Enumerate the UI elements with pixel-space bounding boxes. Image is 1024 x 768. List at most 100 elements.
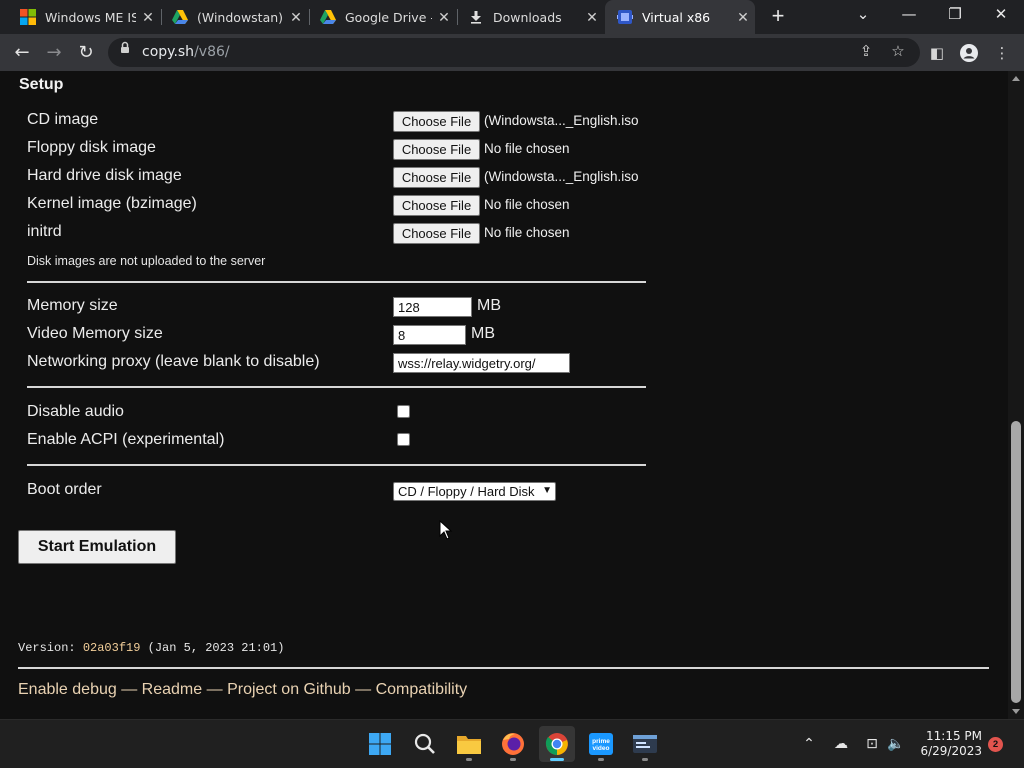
close-window-icon[interactable]: ✕ (978, 0, 1024, 30)
close-tab-icon[interactable]: ✕ (136, 9, 160, 26)
memory-size-input[interactable] (393, 297, 472, 317)
chevron-down-icon: ▼ (542, 485, 552, 496)
scroll-down-arrow-icon[interactable] (1012, 709, 1020, 714)
version-info: Version: 02a03f19 (Jan 5, 2023 21:01) (18, 641, 284, 655)
tab-title: Google Drive - V (345, 9, 432, 25)
running-indicator (642, 758, 648, 761)
google-drive-icon (172, 9, 188, 25)
cd-image-file-name: (Windowsta..._English.iso (484, 113, 639, 128)
section-divider (27, 281, 646, 283)
initrd-choose-file-button[interactable]: Choose File (393, 223, 480, 244)
forward-arrow-icon[interactable]: → (41, 40, 67, 66)
footer-divider (18, 667, 989, 669)
tab-downloads[interactable]: Downloads ✕ (456, 0, 604, 34)
tab-virtual-x86[interactable]: Virtual x86 ✕ (605, 0, 755, 34)
version-hash-link[interactable]: 02a03f19 (83, 641, 141, 655)
memory-size-unit: MB (477, 297, 501, 314)
cd-image-choose-file-button[interactable]: Choose File (393, 111, 480, 132)
v86-icon (617, 9, 633, 25)
tab-title: Windows ME IS( (45, 9, 136, 25)
scrollbar-thumb[interactable] (1011, 421, 1021, 703)
browser-tab-strip: Windows ME IS( ✕ (Windowstan) W ✕ Google… (0, 0, 1024, 34)
scroll-up-arrow-icon[interactable] (1012, 76, 1020, 81)
start-icon[interactable] (362, 726, 398, 762)
url-text: copy.sh/v86/ (142, 44, 230, 60)
hard-drive-image-label: Hard drive disk image (27, 167, 182, 184)
mouse-cursor-icon (439, 520, 453, 540)
disk-upload-note: Disk images are not uploaded to the serv… (27, 254, 266, 268)
compatibility-link[interactable]: Compatibility (376, 681, 468, 698)
lock-icon (120, 41, 129, 53)
floppy-image-choose-file-button[interactable]: Choose File (393, 139, 480, 160)
address-bar[interactable]: copy.sh/v86/ ⇪ ☆ (108, 38, 920, 67)
url-path: /v86/ (194, 44, 230, 60)
enable-acpi-label: Enable ACPI (experimental) (27, 431, 225, 448)
tab-windows-me-iso[interactable]: Windows ME IS( ✕ (8, 0, 160, 34)
prime-video-icon[interactable]: prime video (583, 726, 619, 762)
networking-proxy-input[interactable] (393, 353, 570, 373)
tab-google-drive[interactable]: Google Drive - V ✕ (308, 0, 456, 34)
version-prefix: Version: (18, 641, 83, 655)
floppy-image-file-name: No file chosen (484, 141, 570, 156)
back-arrow-icon[interactable]: ← (9, 40, 35, 66)
kernel-image-choose-file-button[interactable]: Choose File (393, 195, 480, 216)
disable-audio-checkbox[interactable] (397, 405, 410, 418)
search-icon[interactable] (407, 726, 443, 762)
running-indicator (598, 758, 604, 761)
kernel-image-label: Kernel image (bzimage) (27, 195, 197, 212)
section-divider (27, 386, 646, 388)
onedrive-cloud-icon[interactable]: ☁ (830, 733, 852, 755)
boot-order-label: Boot order (27, 481, 102, 498)
google-drive-icon (320, 9, 336, 25)
page-content: Setup CD image Choose File (Windowsta...… (0, 71, 1008, 719)
network-icon[interactable]: ⊡ (861, 733, 883, 755)
bookmark-star-icon[interactable]: ☆ (886, 38, 910, 64)
chrome-icon[interactable] (539, 726, 575, 762)
restore-icon[interactable]: ❐ (932, 0, 978, 30)
volume-icon[interactable]: 🔈 (885, 733, 907, 755)
video-memory-size-unit: MB (471, 325, 495, 342)
kernel-image-file-name: No file chosen (484, 197, 570, 212)
browser-toolbar: ← → ↻ copy.sh/v86/ ⇪ ☆ ◧ ⋮ (0, 34, 1024, 71)
initrd-label: initrd (27, 223, 62, 240)
notification-badge[interactable]: 2 (988, 737, 1003, 752)
section-divider (27, 464, 646, 466)
github-link[interactable]: Project on Github (227, 681, 351, 698)
windows-icon (20, 9, 36, 25)
memory-size-label: Memory size (27, 297, 118, 314)
hard-drive-image-choose-file-button[interactable]: Choose File (393, 167, 480, 188)
new-tab-icon[interactable]: + (766, 5, 790, 29)
terminal-icon[interactable] (627, 726, 663, 762)
reload-icon[interactable]: ↻ (73, 40, 99, 66)
clock-date: 6/29/2023 (920, 744, 982, 758)
firefox-icon[interactable] (495, 726, 531, 762)
readme-link[interactable]: Readme (142, 681, 202, 698)
enable-debug-link[interactable]: Enable debug (18, 681, 117, 698)
windows-taskbar: prime video ⌃ ☁ ⊡ 🔈 11:15 PM 6/29/2023 2 (0, 719, 1024, 768)
close-tab-icon[interactable]: ✕ (731, 9, 755, 26)
footer-separator: — (206, 681, 228, 698)
cd-image-label: CD image (27, 111, 99, 128)
profile-icon[interactable] (957, 40, 981, 66)
tray-chevron-up-icon[interactable]: ⌃ (798, 733, 820, 755)
boot-order-select[interactable]: CD / Floppy / Hard Disk ▼ (393, 482, 556, 501)
initrd-file-name: No file chosen (484, 225, 570, 240)
setup-heading: Setup (19, 76, 64, 93)
tab-title: Downloads (493, 9, 562, 25)
system-clock[interactable]: 11:15 PM 6/29/2023 (912, 729, 982, 759)
minimize-icon[interactable]: — (886, 0, 932, 30)
close-tab-icon[interactable]: ✕ (284, 9, 308, 26)
tab-windowstan[interactable]: (Windowstan) W ✕ (160, 0, 308, 34)
enable-acpi-checkbox[interactable] (397, 433, 410, 446)
page-scrollbar[interactable] (1008, 71, 1024, 719)
close-tab-icon[interactable]: ✕ (580, 9, 604, 26)
running-indicator (550, 758, 564, 761)
tab-search-chevron-icon[interactable]: ⌄ (840, 0, 886, 30)
file-explorer-icon[interactable] (451, 726, 487, 762)
menu-kebab-icon[interactable]: ⋮ (990, 40, 1014, 66)
share-icon[interactable]: ⇪ (854, 38, 878, 64)
side-panel-icon[interactable]: ◧ (925, 40, 949, 66)
start-emulation-button[interactable]: Start Emulation (18, 530, 176, 564)
video-memory-size-input[interactable] (393, 325, 466, 345)
close-tab-icon[interactable]: ✕ (432, 9, 456, 26)
